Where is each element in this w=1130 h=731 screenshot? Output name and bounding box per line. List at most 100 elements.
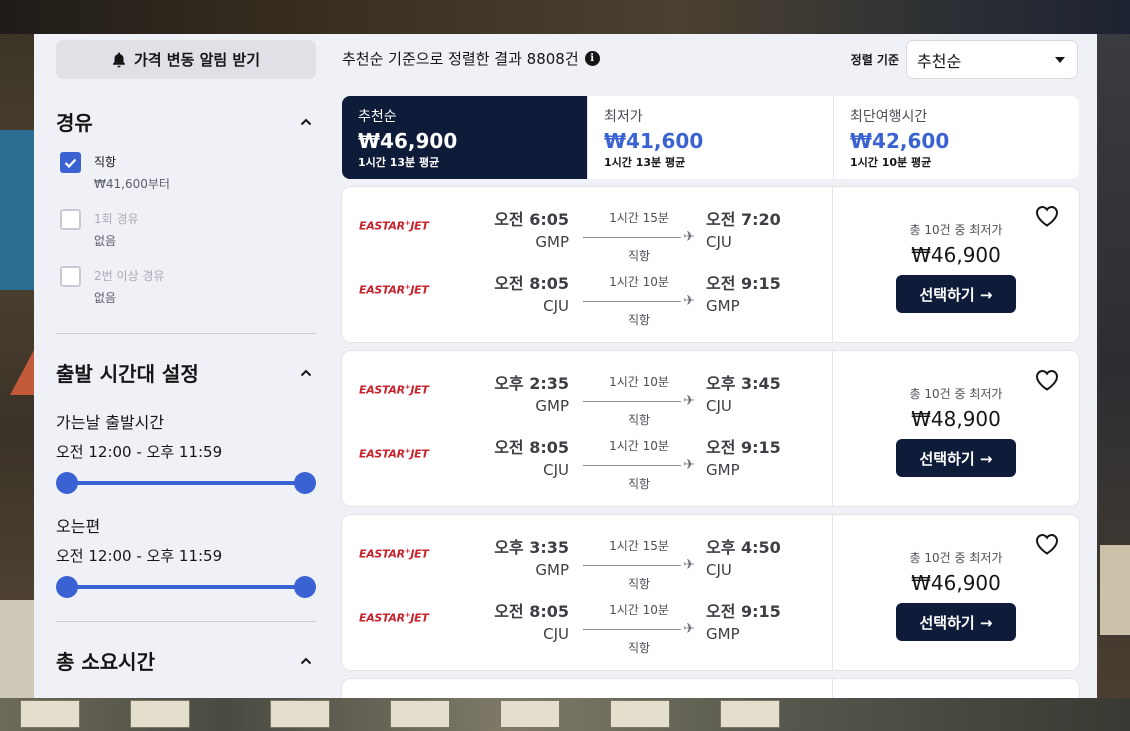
plane-icon: ✈ bbox=[683, 621, 695, 637]
itinerary bbox=[342, 679, 833, 698]
arrival-time: 오후 4:50 bbox=[706, 538, 781, 557]
select-button[interactable]: 선택하기 → bbox=[896, 275, 1016, 313]
tab-name: 추천순 bbox=[358, 109, 397, 125]
result-card[interactable]: EASTAR+JET 오후 2:35 GMP 1시간 10분 ✈ 직항 오후 3… bbox=[342, 351, 1079, 506]
return-time-slider[interactable] bbox=[56, 575, 316, 599]
result-summary-text: 추천순 기준으로 정렬한 결과 8808건 bbox=[342, 50, 579, 68]
arrival-time: 오전 9:15 bbox=[706, 438, 781, 457]
sort-tabs: 추천순 ₩46,900 1시간 13분 평균 최저가 ₩41,600 1시간 1… bbox=[342, 96, 1079, 179]
price-panel: 총 10건 중 최저가 ₩46,900 선택하기 → bbox=[833, 187, 1079, 342]
flight-duration: 1시간 10분 ✈ 직항 bbox=[583, 373, 695, 428]
arrival-time: 오전 9:15 bbox=[706, 602, 781, 621]
airline-logo: EASTAR+JET bbox=[359, 447, 429, 461]
sort-value: 추천순 bbox=[917, 51, 962, 71]
departure-time-filter: 출발 시간대 설정 가는날 출발시간 오전 12:00 - 오후 11:59 오… bbox=[56, 358, 316, 622]
departure-time: 오전 8:05 bbox=[494, 274, 569, 293]
departure-time: 오전 8:05 bbox=[494, 602, 569, 621]
background-sign bbox=[0, 130, 34, 290]
tab-price: ₩41,600 bbox=[604, 129, 704, 153]
duration-filter: 총 소요시간 bbox=[56, 646, 316, 675]
chevron-up-icon[interactable] bbox=[296, 365, 316, 381]
outbound-leg: EASTAR+JET 오후 3:35 GMP 1시간 15분 ✈ 직항 오후 4… bbox=[342, 534, 832, 598]
info-icon[interactable]: i bbox=[584, 51, 600, 66]
stops-title: 경유 bbox=[56, 111, 93, 135]
plane-icon: ✈ bbox=[683, 229, 695, 245]
heart-icon[interactable] bbox=[1035, 369, 1059, 391]
one-stop-label: 1회 경유 bbox=[94, 212, 139, 226]
one-stop-checkbox[interactable] bbox=[60, 209, 81, 230]
result-card[interactable] bbox=[342, 679, 1079, 698]
result-summary: 추천순 기준으로 정렬한 결과 8808건 i bbox=[342, 48, 600, 69]
direct-checkbox[interactable] bbox=[60, 152, 81, 173]
slider-handle-end[interactable] bbox=[294, 472, 316, 494]
two-plus-checkbox[interactable] bbox=[60, 266, 81, 287]
return-leg: EASTAR+JET 오전 8:05 CJU 1시간 10분 ✈ 직항 오전 9… bbox=[342, 270, 832, 334]
result-card[interactable]: EASTAR+JET 오후 3:35 GMP 1시간 15분 ✈ 직항 오후 4… bbox=[342, 515, 1079, 670]
heart-icon[interactable] bbox=[1035, 533, 1059, 555]
tab-cheapest[interactable]: 최저가 ₩41,600 1시간 13분 평균 bbox=[588, 96, 834, 179]
bell-icon bbox=[112, 52, 125, 67]
stop-type: 직항 bbox=[627, 641, 651, 655]
arrival-airport: CJU bbox=[706, 561, 732, 579]
tab-name: 최단여행시간 bbox=[850, 109, 928, 125]
tab-recommended[interactable]: 추천순 ₩46,900 1시간 13분 평균 bbox=[342, 96, 588, 179]
tab-price: ₩46,900 bbox=[358, 129, 458, 153]
flight-duration: 1시간 15분 ✈ 직항 bbox=[583, 209, 695, 264]
price-alert-button[interactable]: 가격 변동 알림 받기 bbox=[56, 40, 316, 79]
stop-type: 직항 bbox=[627, 477, 651, 491]
select-button[interactable]: 선택하기 → bbox=[896, 603, 1016, 641]
price-alert-label: 가격 변동 알림 받기 bbox=[133, 51, 261, 69]
slider-handle-end[interactable] bbox=[294, 576, 316, 598]
itinerary: EASTAR+JET 오전 6:05 GMP 1시간 15분 ✈ 직항 오전 7… bbox=[342, 187, 833, 342]
two-plus-label: 2번 이상 경유 bbox=[94, 269, 165, 283]
duration-text: 1시간 10분 bbox=[609, 439, 669, 453]
stops-option-one-stop[interactable]: 1회 경유 없음 bbox=[56, 209, 316, 250]
departure-time: 오전 6:05 bbox=[494, 210, 569, 229]
departure-airport: GMP bbox=[535, 561, 569, 579]
chevron-up-icon[interactable] bbox=[296, 114, 316, 130]
slider-handle-start[interactable] bbox=[56, 472, 78, 494]
background-tag bbox=[390, 700, 450, 728]
flight-search-panel: 가격 변동 알림 받기 경유 직항 ₩41,600부터 1회 경유 없음 2번 … bbox=[34, 34, 1097, 698]
two-plus-sub: 없음 bbox=[94, 291, 117, 305]
background-tag bbox=[270, 700, 330, 728]
stops-filter: 경유 직항 ₩41,600부터 1회 경유 없음 2번 이상 경유 없음 bbox=[56, 107, 316, 334]
sort-dropdown[interactable]: 추천순 bbox=[906, 40, 1078, 79]
departure-airport: CJU bbox=[543, 297, 569, 315]
outbound-time-slider[interactable] bbox=[56, 471, 316, 495]
chevron-up-icon[interactable] bbox=[296, 653, 316, 669]
price-panel bbox=[833, 679, 1079, 698]
departure-airport: CJU bbox=[543, 461, 569, 479]
heart-icon[interactable] bbox=[1035, 205, 1059, 227]
arrival-time: 오전 7:20 bbox=[706, 210, 781, 229]
tab-duration: 1시간 13분 평균 bbox=[358, 156, 440, 169]
flight-duration: 1시간 10분 ✈ 직항 bbox=[583, 601, 695, 656]
plane-icon: ✈ bbox=[683, 457, 695, 473]
arrival-time: 오전 9:15 bbox=[706, 274, 781, 293]
background-photo-top bbox=[0, 0, 1130, 34]
departure-time: 오후 3:35 bbox=[494, 538, 569, 557]
select-button[interactable]: 선택하기 → bbox=[896, 439, 1016, 477]
direct-label: 직항 bbox=[94, 155, 117, 169]
tab-fastest[interactable]: 최단여행시간 ₩42,600 1시간 10분 평균 bbox=[834, 96, 1079, 179]
slider-track bbox=[66, 481, 306, 485]
airline-logo: EASTAR+JET bbox=[359, 383, 429, 397]
price: ₩46,900 bbox=[911, 571, 1001, 595]
slider-handle-start[interactable] bbox=[56, 576, 78, 598]
tab-price: ₩42,600 bbox=[850, 129, 950, 153]
return-leg: EASTAR+JET 오전 8:05 CJU 1시간 10분 ✈ 직항 오전 9… bbox=[342, 434, 832, 498]
check-icon bbox=[64, 158, 77, 168]
duration-text: 1시간 15분 bbox=[609, 211, 669, 225]
tab-duration: 1시간 10분 평균 bbox=[850, 156, 932, 169]
plane-icon: ✈ bbox=[683, 557, 695, 573]
result-card[interactable]: EASTAR+JET 오전 6:05 GMP 1시간 15분 ✈ 직항 오전 7… bbox=[342, 187, 1079, 342]
tab-name: 최저가 bbox=[604, 109, 643, 125]
caret-down-icon bbox=[1055, 56, 1065, 63]
background-tag bbox=[720, 700, 780, 728]
tab-duration: 1시간 13분 평균 bbox=[604, 156, 686, 169]
stops-option-direct[interactable]: 직항 ₩41,600부터 bbox=[56, 152, 316, 193]
plane-icon: ✈ bbox=[683, 393, 695, 409]
background-tag bbox=[500, 700, 560, 728]
arrival-airport: GMP bbox=[706, 297, 740, 315]
stops-option-two-plus[interactable]: 2번 이상 경유 없음 bbox=[56, 266, 316, 307]
